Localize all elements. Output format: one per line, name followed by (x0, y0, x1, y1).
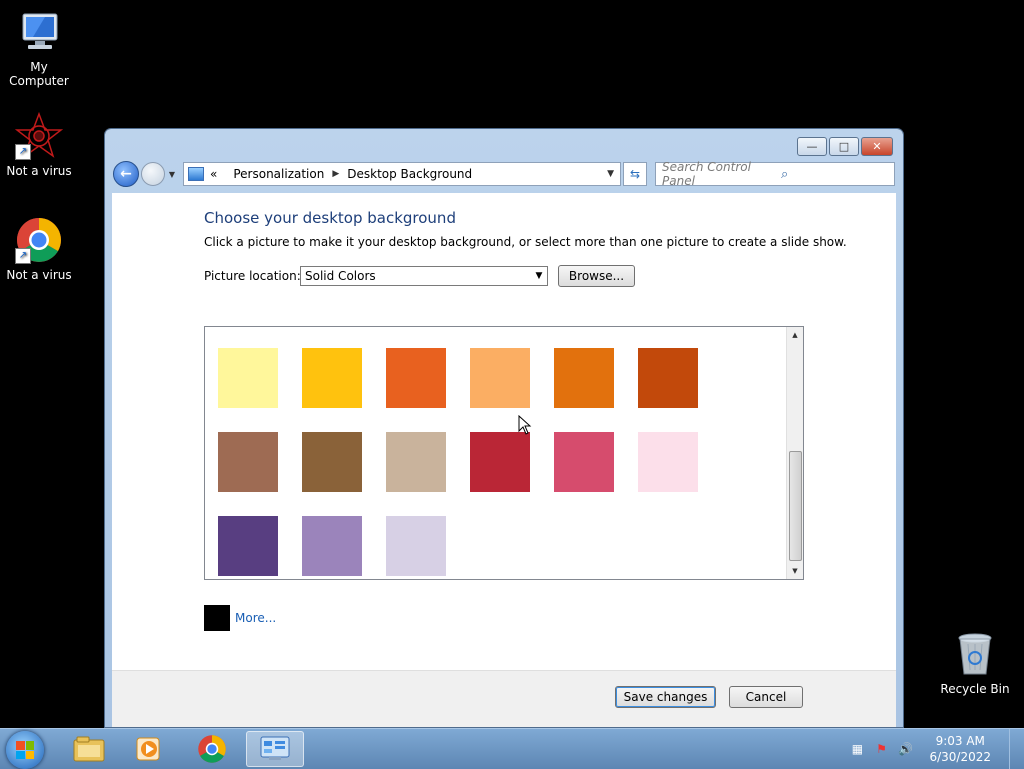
color-swatch[interactable] (638, 348, 698, 408)
minimize-icon: — (806, 140, 818, 153)
search-icon[interactable]: ⌕ (775, 167, 894, 182)
system-tray: ▦ ⚑ 🔊 9:03 AM 6/30/2022 (849, 729, 1024, 769)
color-swatch[interactable] (386, 432, 446, 492)
breadcrumb-overflow[interactable]: « (210, 167, 217, 181)
recent-pages-dropdown[interactable]: ▼ (167, 170, 177, 179)
recycle-bin-icon (951, 630, 999, 678)
navigation-bar: ← ▼ « Personalization ▶ Desktop Backgrou… (113, 160, 895, 188)
maximize-icon: □ (838, 140, 850, 153)
picture-location-value: Solid Colors (305, 269, 376, 283)
arrow-left-icon: ← (120, 166, 132, 182)
page-description: Click a picture to make it your desktop … (204, 235, 847, 249)
footer-bar: Save changes Cancel (112, 670, 896, 727)
scroll-down-icon[interactable]: ▼ (787, 563, 803, 579)
red-starburst-icon: ↗ (14, 111, 64, 160)
chevron-down-icon: ▼ (168, 169, 176, 179)
search-placeholder: Search Control Panel (662, 160, 751, 188)
action-center-flag-icon[interactable]: ⚑ (873, 741, 889, 757)
color-swatch[interactable] (470, 432, 530, 492)
desktop-icon-not-a-virus-1[interactable]: ↗ Not a virus (0, 111, 78, 178)
desktop-icon-label: Not a virus (6, 164, 72, 178)
desktop-background-window: — □ ✕ ← ▼ « Personalization ▶ Desktop Ba… (105, 129, 903, 727)
address-dropdown-icon[interactable]: ▼ (601, 169, 620, 179)
color-swatch[interactable] (470, 348, 530, 408)
content-area: Choose your desktop background Click a p… (112, 193, 896, 727)
chrome-icon (198, 735, 226, 763)
refresh-icon: ⇆ (629, 167, 641, 181)
color-swatch[interactable] (302, 348, 362, 408)
desktop-icon-label: My Computer (9, 60, 69, 88)
breadcrumb-separator-icon[interactable]: ▶ (332, 169, 339, 179)
breadcrumb-desktop-background[interactable]: Desktop Background (347, 167, 472, 181)
maximize-button[interactable]: □ (829, 137, 859, 156)
color-swatch[interactable] (554, 432, 614, 492)
shortcut-arrow-icon: ↗ (15, 144, 31, 160)
address-bar[interactable]: « Personalization ▶ Desktop Background ▼ (183, 162, 621, 186)
color-swatch[interactable] (638, 432, 698, 492)
refresh-button[interactable]: ⇆ (623, 162, 647, 186)
taskbar-media-player-button[interactable] (120, 731, 178, 767)
color-swatch[interactable] (386, 516, 446, 576)
control-panel-icon (188, 167, 204, 181)
color-swatch[interactable] (218, 432, 278, 492)
color-swatch[interactable] (302, 516, 362, 576)
volume-icon[interactable]: 🔊 (897, 741, 913, 757)
color-swatch-list: ▲ ▼ (204, 326, 804, 580)
taskbar-chrome-button[interactable] (183, 731, 241, 767)
network-icon[interactable]: ▦ (849, 741, 865, 757)
save-changes-button[interactable]: Save changes (615, 686, 716, 708)
back-button[interactable]: ← (113, 161, 139, 187)
vertical-scrollbar[interactable]: ▲ ▼ (786, 327, 803, 579)
desktop-icon-label: Recycle Bin (940, 682, 1010, 696)
forward-button[interactable] (141, 162, 165, 186)
close-button[interactable]: ✕ (861, 137, 893, 156)
desktop-icon-label: Not a virus (6, 268, 72, 282)
desktop-icon-my-computer[interactable]: My Computer (0, 8, 78, 88)
desktop-icon-not-a-virus-2[interactable]: ↗ Not a virus (0, 216, 78, 282)
minimize-button[interactable]: — (797, 137, 827, 156)
page-title: Choose your desktop background (204, 209, 456, 227)
cancel-button[interactable]: Cancel (729, 686, 803, 708)
scroll-thumb[interactable] (789, 451, 802, 561)
breadcrumb-personalization[interactable]: Personalization (233, 167, 324, 181)
search-input[interactable]: Search Control Panel ⌕ (655, 160, 895, 188)
computer-icon (15, 8, 63, 56)
color-swatch[interactable] (218, 516, 278, 576)
color-swatch[interactable] (554, 348, 614, 408)
close-icon: ✕ (872, 140, 882, 153)
picture-location-label: Picture location: (204, 269, 301, 283)
color-swatch[interactable] (302, 432, 362, 492)
custom-color-swatch[interactable] (204, 605, 230, 631)
chevron-down-icon: ▼ (535, 271, 543, 281)
windows-logo-icon (16, 741, 34, 759)
control-panel-icon (260, 736, 290, 760)
taskbar-control-panel-button[interactable] (246, 731, 304, 767)
taskbar: ▦ ⚑ 🔊 9:03 AM 6/30/2022 (0, 728, 1024, 769)
folder-icon (73, 736, 105, 762)
desktop-icon-recycle-bin[interactable]: Recycle Bin (936, 630, 1014, 696)
clock-date: 6/30/2022 (929, 750, 991, 764)
taskbar-explorer-button[interactable] (60, 731, 118, 767)
shortcut-arrow-icon: ↗ (15, 248, 31, 264)
clock[interactable]: 9:03 AM 6/30/2022 (929, 733, 991, 765)
scroll-up-icon[interactable]: ▲ (787, 327, 803, 343)
picture-location-select[interactable]: Solid Colors ▼ (300, 266, 548, 286)
browse-button[interactable]: Browse... (558, 265, 635, 287)
color-swatch[interactable] (386, 348, 446, 408)
media-player-icon (136, 737, 160, 761)
start-button[interactable] (6, 731, 44, 769)
clock-time: 9:03 AM (935, 734, 985, 748)
show-desktop-button[interactable] (1009, 729, 1024, 769)
chrome-icon: ↗ (15, 216, 63, 264)
more-colors-link[interactable]: More... (235, 611, 276, 625)
color-swatch[interactable] (218, 348, 278, 408)
caption-buttons: — □ ✕ (795, 137, 893, 156)
